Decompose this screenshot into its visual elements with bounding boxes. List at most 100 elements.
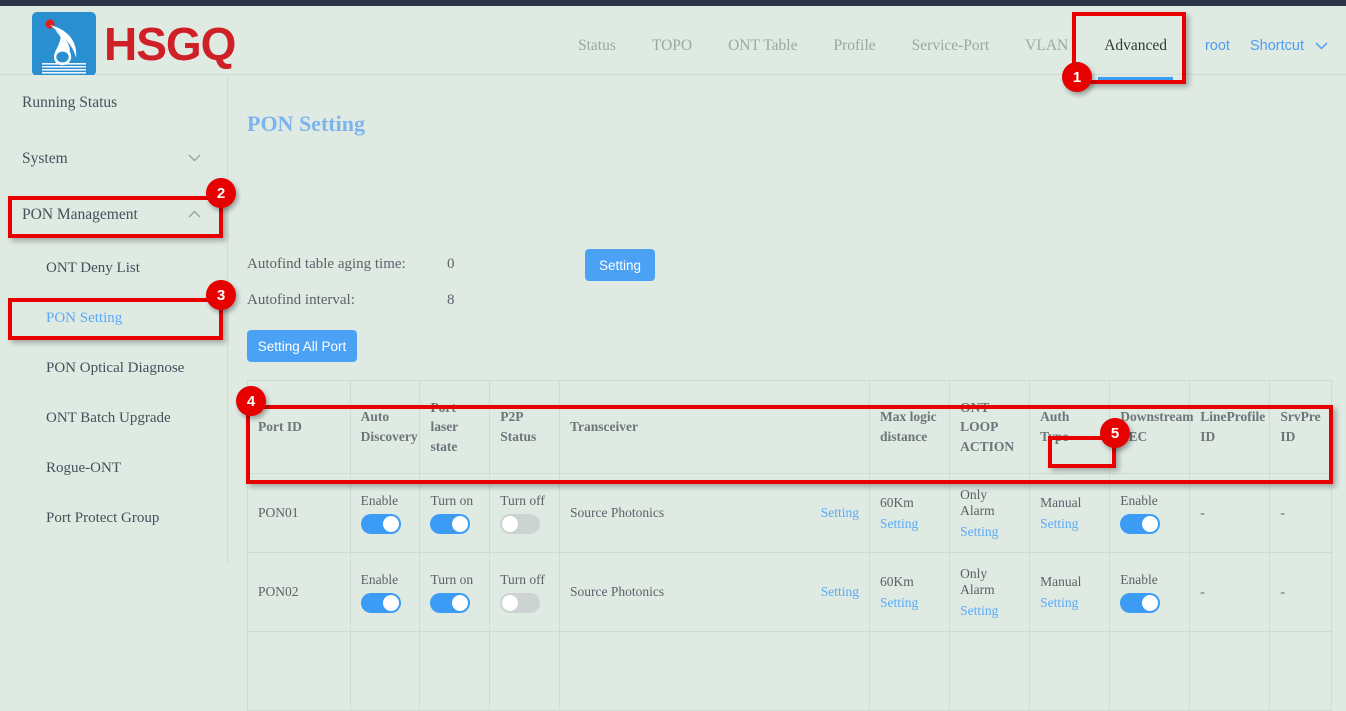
cell-port-id bbox=[248, 632, 351, 711]
nav-item-ont-table[interactable]: ONT Table bbox=[710, 12, 815, 80]
shortcut-label: Shortcut bbox=[1250, 38, 1304, 54]
cell-transceiver: Source Photonics Setting bbox=[560, 474, 870, 553]
pon-settings-table: Port ID Auto Discovery Port laser state … bbox=[247, 380, 1332, 711]
nav-item-profile[interactable]: Profile bbox=[815, 12, 893, 80]
col-transceiver: Transceiver bbox=[560, 381, 870, 474]
autofind-interval-row: Autofind interval: 8 bbox=[247, 292, 455, 309]
sidebar-item-rogue-ont[interactable]: Rogue-ONT bbox=[0, 443, 227, 493]
col-max-logic-distance: Max logic distance bbox=[870, 381, 950, 474]
autofind-aging-time-value: 0 bbox=[447, 256, 455, 273]
p2p-status-toggle[interactable] bbox=[500, 514, 540, 534]
ont-loop-action-setting-link[interactable]: Setting bbox=[960, 603, 998, 619]
cell-srv-pre-id: - bbox=[1270, 474, 1332, 553]
transceiver-value: Source Photonics bbox=[570, 584, 664, 600]
header-user-area: root Shortcut bbox=[1205, 12, 1328, 80]
chevron-down-icon bbox=[1315, 38, 1328, 54]
cell-downstream-fec: Enable bbox=[1110, 553, 1190, 632]
transceiver-setting-link[interactable]: Setting bbox=[821, 505, 859, 521]
transceiver-setting-link[interactable]: Setting bbox=[821, 584, 859, 600]
cell-max-logic-distance bbox=[870, 632, 950, 711]
cell-p2p-status: Turn off bbox=[490, 553, 560, 632]
sidebar-item-port-protect-group[interactable]: Port Protect Group bbox=[0, 493, 227, 543]
user-name[interactable]: root bbox=[1205, 38, 1230, 54]
setting-button[interactable]: Setting bbox=[585, 249, 655, 281]
downstream-fec-toggle[interactable] bbox=[1120, 514, 1160, 534]
sidebar-item-pon-optical-diagnose[interactable]: PON Optical Diagnose bbox=[0, 343, 227, 393]
cell-line-profile-id: - bbox=[1190, 474, 1270, 553]
sidebar-item-ont-deny-list[interactable]: ONT Deny List bbox=[0, 243, 227, 293]
col-auth-type: Auth Type bbox=[1030, 381, 1110, 474]
cell-ont-loop-action: Only Alarm Setting bbox=[950, 474, 1030, 553]
ont-loop-action-value: Only Alarm bbox=[960, 487, 1019, 519]
autofind-aging-time-label: Autofind table aging time: bbox=[247, 256, 447, 273]
sidebar-item-label: ONT Batch Upgrade bbox=[46, 410, 171, 427]
sidebar-item-pon-setting[interactable]: PON Setting bbox=[0, 293, 227, 343]
max-logic-distance-setting-link[interactable]: Setting bbox=[880, 516, 918, 532]
table-header-row: Port ID Auto Discovery Port laser state … bbox=[248, 381, 1332, 474]
water-drop-swirl-logo-icon bbox=[33, 13, 95, 75]
main-nav: Status TOPO ONT Table Profile Service-Po… bbox=[560, 12, 1185, 80]
cell-max-logic-distance: 60Km Setting bbox=[870, 474, 950, 553]
nav-item-topo[interactable]: TOPO bbox=[634, 12, 710, 80]
shortcut-menu[interactable]: Shortcut bbox=[1250, 38, 1328, 54]
col-line-profile-id: LineProfile ID bbox=[1190, 381, 1270, 474]
sidebar-item-label: ONT Deny List bbox=[46, 260, 140, 277]
cell-srv-pre-id: - bbox=[1270, 553, 1332, 632]
port-laser-state-toggle[interactable] bbox=[430, 514, 470, 534]
max-logic-distance-setting-link[interactable]: Setting bbox=[880, 595, 918, 611]
auto-discovery-toggle[interactable] bbox=[361, 593, 401, 613]
sidebar-item-system[interactable]: System bbox=[0, 131, 227, 187]
auth-type-setting-link[interactable]: Setting bbox=[1040, 516, 1078, 532]
sidebar-item-ont-batch-upgrade[interactable]: ONT Batch Upgrade bbox=[0, 393, 227, 443]
sidebar: Running Status System PON Management ONT… bbox=[0, 75, 228, 563]
nav-item-status[interactable]: Status bbox=[560, 12, 634, 80]
cell-transceiver bbox=[560, 632, 870, 711]
ont-loop-action-setting-link[interactable]: Setting bbox=[960, 524, 998, 540]
sidebar-item-label: PON Optical Diagnose bbox=[46, 360, 184, 377]
autofind-interval-value: 8 bbox=[447, 292, 455, 309]
sidebar-item-label: Running Status bbox=[22, 94, 117, 112]
auth-type-value: Manual bbox=[1040, 495, 1081, 511]
col-p2p-status: P2P Status bbox=[490, 381, 560, 474]
cell-downstream-fec: Enable bbox=[1110, 474, 1190, 553]
brand-logo[interactable]: HSGQ bbox=[33, 13, 235, 75]
cell-srv-pre-id bbox=[1270, 632, 1332, 711]
cell-auto-discovery: Enable bbox=[350, 474, 420, 553]
cell-port-laser-state: Turn on bbox=[420, 474, 490, 553]
port-laser-state-toggle[interactable] bbox=[430, 593, 470, 613]
auto-discovery-label: Enable bbox=[361, 572, 398, 588]
nav-item-advanced[interactable]: Advanced bbox=[1086, 12, 1185, 80]
downstream-fec-toggle[interactable] bbox=[1120, 593, 1160, 613]
p2p-status-toggle[interactable] bbox=[500, 593, 540, 613]
nav-item-vlan[interactable]: VLAN bbox=[1007, 12, 1086, 80]
sidebar-item-label: Port Protect Group bbox=[46, 510, 159, 527]
setting-all-port-button[interactable]: Setting All Port bbox=[247, 330, 357, 362]
max-logic-distance-value: 60Km bbox=[880, 574, 914, 590]
downstream-fec-label: Enable bbox=[1120, 493, 1157, 509]
cell-auto-discovery bbox=[350, 632, 420, 711]
autofind-interval-label: Autofind interval: bbox=[247, 292, 447, 309]
cell-line-profile-id: - bbox=[1190, 553, 1270, 632]
auth-type-setting-link[interactable]: Setting bbox=[1040, 595, 1078, 611]
p2p-status-label: Turn off bbox=[500, 572, 545, 588]
table-row bbox=[248, 632, 1332, 711]
cell-p2p-status bbox=[490, 632, 560, 711]
cell-port-laser-state bbox=[420, 632, 490, 711]
cell-auth-type: Manual Setting bbox=[1030, 474, 1110, 553]
col-downstream-fec: Downstream FEC bbox=[1110, 381, 1190, 474]
port-laser-state-label: Turn on bbox=[430, 572, 473, 588]
sidebar-item-running-status[interactable]: Running Status bbox=[0, 75, 227, 131]
auto-discovery-toggle[interactable] bbox=[361, 514, 401, 534]
sidebar-item-label: PON Setting bbox=[46, 310, 122, 327]
cell-port-id: PON02 bbox=[248, 553, 351, 632]
brand-name: HSGQ bbox=[104, 21, 235, 67]
nav-item-service-port[interactable]: Service-Port bbox=[894, 12, 1007, 80]
cell-port-id: PON01 bbox=[248, 474, 351, 553]
chevron-down-icon bbox=[188, 153, 201, 165]
table-row: PON01 Enable Turn on Turn off bbox=[248, 474, 1332, 553]
p2p-status-label: Turn off bbox=[500, 493, 545, 509]
sidebar-item-pon-management[interactable]: PON Management bbox=[0, 187, 227, 243]
col-srv-pre-id: SrvPre ID bbox=[1270, 381, 1332, 474]
cell-auth-type bbox=[1030, 632, 1110, 711]
sidebar-item-label: PON Management bbox=[22, 206, 138, 224]
